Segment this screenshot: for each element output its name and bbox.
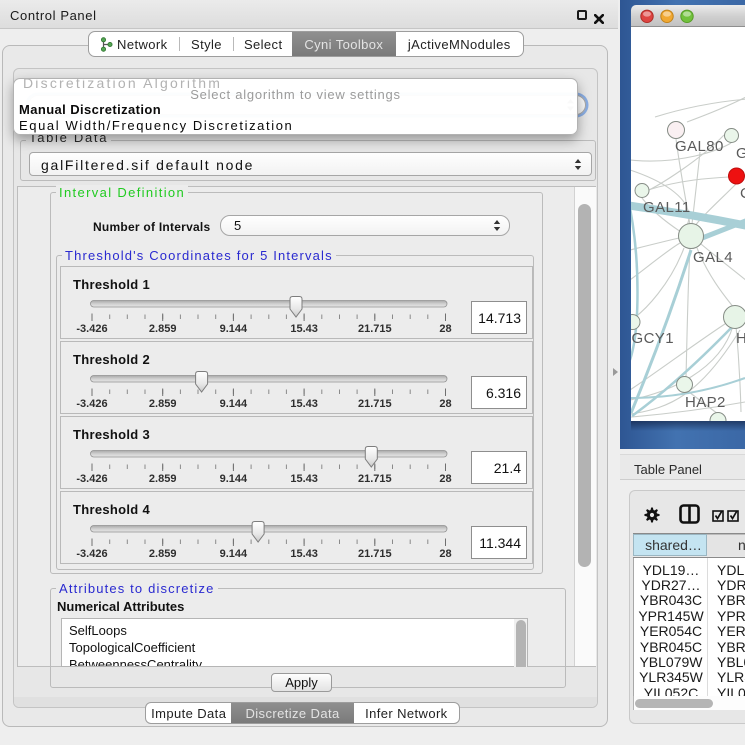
svg-text:2.859: 2.859 [149,398,177,410]
svg-text:28: 28 [439,323,451,335]
svg-text:GAL: GAL [736,145,745,162]
svg-text:9.144: 9.144 [220,398,248,410]
svg-text:21.715: 21.715 [358,323,392,335]
svg-text:15.43: 15.43 [290,398,318,410]
svg-text:21.715: 21.715 [358,398,392,410]
svg-text:2.859: 2.859 [149,473,177,485]
svg-text:GAL11: GAL11 [643,199,691,216]
svg-text:HAP2: HAP2 [685,394,726,411]
svg-text:-3.426: -3.426 [76,473,107,485]
svg-text:GCY1: GCY1 [632,330,674,347]
svg-text:9.144: 9.144 [220,548,248,560]
svg-text:15.43: 15.43 [290,473,318,485]
svg-text:HI: HI [736,330,745,347]
svg-text:21.715: 21.715 [358,473,392,485]
svg-text:-3.426: -3.426 [76,398,107,410]
svg-text:15.43: 15.43 [290,548,318,560]
svg-text:9.144: 9.144 [220,473,248,485]
svg-text:2.859: 2.859 [149,323,177,335]
svg-text:GAL80: GAL80 [675,138,724,155]
svg-text:-3.426: -3.426 [76,548,107,560]
svg-text:2.859: 2.859 [149,548,177,560]
svg-text:GAL4: GAL4 [693,249,733,266]
svg-text:-3.426: -3.426 [76,323,107,335]
svg-text:28: 28 [439,473,451,485]
svg-text:CY: CY [740,185,745,202]
svg-text:28: 28 [439,548,451,560]
svg-text:15.43: 15.43 [290,323,318,335]
svg-text:21.715: 21.715 [358,548,392,560]
svg-text:28: 28 [439,398,451,410]
svg-text:9.144: 9.144 [220,323,248,335]
